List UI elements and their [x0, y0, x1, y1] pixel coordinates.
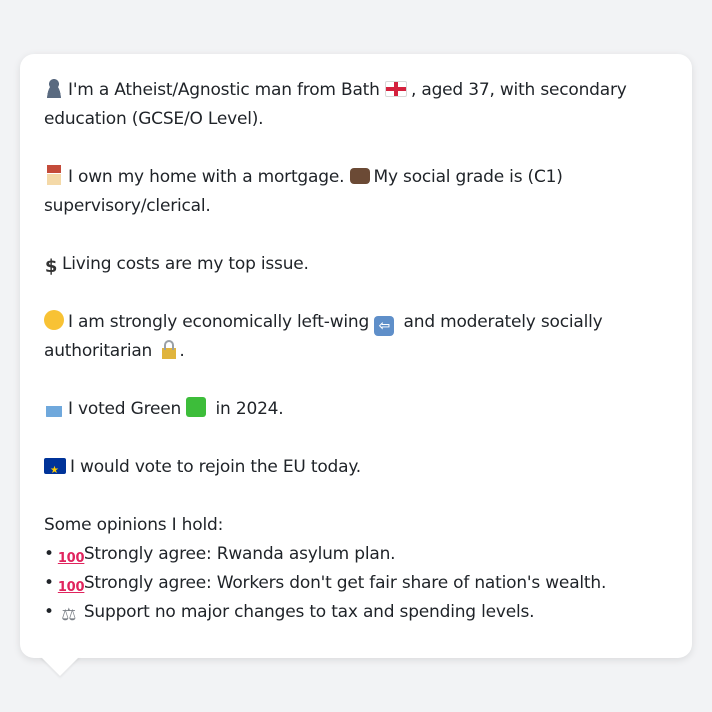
thinking-face-icon [44, 310, 64, 330]
politics-line-1: I am strongly economically left-wing ⇦ a… [44, 308, 668, 337]
hundred-points-icon: 100 [57, 580, 85, 595]
issue-paragraph: $ Living costs are my top issue. [44, 250, 668, 279]
lock-icon [159, 339, 180, 359]
england-flag-icon [384, 81, 407, 97]
politics-line-2: authoritarian . [44, 337, 668, 366]
profile-message-bubble: I'm a Atheist/Agnostic man from Bath , a… [20, 54, 692, 658]
economic-text: I am strongly economically left-wing [68, 312, 370, 332]
housing-line-2: supervisory/clerical. [44, 196, 211, 216]
intro-paragraph: I'm a Atheist/Agnostic man from Bath , a… [44, 76, 668, 134]
vote-text: I voted Green [68, 399, 182, 419]
housing-text: I own my home with a mortgage. [68, 167, 345, 187]
ballot-box-icon [44, 397, 64, 417]
bubble-tail [40, 656, 80, 676]
intro-text-after-flag: , aged 37, with secondary [410, 80, 627, 100]
left-arrow-icon: ⇦ [374, 316, 395, 336]
intro-line-2: education (GCSE/O Level). [44, 109, 264, 129]
dollar-icon: $ [44, 256, 58, 277]
balance-scale-icon: ⚖ [61, 605, 77, 625]
issue-text: Living costs are my top issue. [62, 254, 309, 274]
opinion-item: • 100Strongly agree: Rwanda asylum plan. [44, 540, 668, 569]
opinion-text: Strongly agree: Rwanda asylum plan. [83, 544, 396, 564]
opinions-heading: Some opinions I hold: [44, 515, 224, 535]
social-grade-text: My social grade is (C1) [373, 167, 563, 187]
eu-flag-icon [44, 456, 66, 485]
intro-line-1: I'm a Atheist/Agnostic man from Bath , a… [44, 76, 668, 105]
hundred-points-icon: 100 [57, 551, 85, 566]
eu-text: I would vote to rejoin the EU today. [70, 457, 361, 477]
housing-line-1: I own my home with a mortgage. My social… [44, 163, 668, 192]
opinion-text: Support no major changes to tax and spen… [83, 602, 535, 622]
house-icon [44, 165, 64, 185]
politics-period: . [179, 341, 185, 361]
vote-year-text: in 2024. [215, 399, 284, 419]
intro-text: I'm a Atheist/Agnostic man from Bath [68, 80, 380, 100]
person-icon [44, 78, 64, 98]
bullet: • [44, 573, 54, 593]
bullet: • [44, 544, 54, 564]
opinion-item: • ⚖ Support no major changes to tax and sp… [44, 598, 668, 627]
housing-paragraph: I own my home with a mortgage. My social… [44, 163, 668, 221]
authoritarian-text: authoritarian [44, 341, 153, 361]
politics-paragraph: I am strongly economically left-wing ⇦ a… [44, 308, 668, 366]
opinions-section: Some opinions I hold: • 100Strongly agree… [44, 511, 668, 627]
green-square-icon [186, 397, 207, 417]
opinion-text: Strongly agree: Workers don't get fair s… [83, 573, 607, 593]
bullet: • [44, 602, 54, 622]
social-text: and moderately socially [403, 312, 603, 332]
eu-paragraph: I would vote to rejoin the EU today. [44, 453, 668, 485]
briefcase-icon [349, 168, 370, 184]
opinion-item: • 100Strongly agree: Workers don't get fa… [44, 569, 668, 598]
vote-paragraph: I voted Green in 2024. [44, 395, 668, 424]
